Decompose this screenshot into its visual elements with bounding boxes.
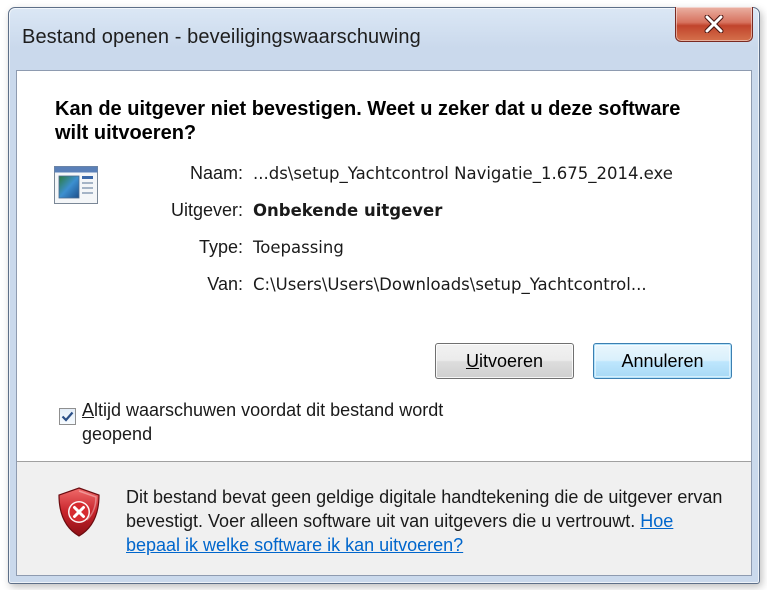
security-warning-dialog: Bestand openen - beveiligingswaarschuwin…: [8, 7, 760, 584]
always-warn-checkbox[interactable]: [59, 408, 76, 425]
warning-message-text: Dit bestand bevat geen geldige digitale …: [126, 487, 723, 531]
detail-row-publisher: Uitgever: Onbekende uitgever: [17, 200, 753, 226]
checkmark-icon: [61, 411, 74, 422]
run-button-accelerator: U: [465, 350, 479, 371]
detail-value: Onbekende uitgever: [253, 201, 443, 220]
detail-row-from: Van: C:\Users\Users\Downloads\setup_Yach…: [17, 274, 753, 300]
run-button-label: itvoeren: [478, 350, 544, 371]
close-x-icon: [704, 15, 724, 33]
run-button[interactable]: Uitvoeren: [435, 343, 574, 379]
warning-heading: Kan de uitgever niet bevestigen. Weet u …: [55, 98, 681, 144]
always-warn-accelerator: A: [82, 400, 95, 420]
detail-row-name: Naam: ...ds\setup_Yachtcontrol Navigatie…: [17, 163, 753, 189]
always-warn-option: Altijd waarschuwen voordat dit bestand w…: [57, 398, 487, 450]
detail-label: Uitgever:: [170, 200, 243, 220]
detail-value: Toepassing: [253, 238, 344, 257]
detail-label: Type:: [198, 237, 243, 257]
always-warn-text: ltijd waarschuwen voordat dit bestand wo…: [82, 400, 444, 444]
window-title: Bestand openen - beveiligingswaarschuwin…: [22, 26, 421, 48]
title-bar[interactable]: Bestand openen - beveiligingswaarschuwin…: [9, 7, 759, 70]
always-warn-label[interactable]: Altijd waarschuwen voordat dit bestand w…: [82, 398, 482, 446]
cancel-button-label: Annuleren: [621, 350, 704, 371]
security-shield-error-icon: [57, 487, 101, 542]
dialog-content: Kan de uitgever niet bevestigen. Weet u …: [16, 70, 752, 576]
detail-label: Van:: [207, 274, 243, 294]
close-button[interactable]: [675, 7, 753, 42]
detail-value: ...ds\setup_Yachtcontrol Navigatie_1.675…: [253, 164, 673, 183]
warning-footer: Dit bestand bevat geen geldige digitale …: [17, 462, 751, 575]
detail-row-type: Type: Toepassing: [17, 237, 753, 263]
detail-value: C:\Users\Users\Downloads\setup_Yachtcont…: [253, 275, 647, 294]
cancel-button[interactable]: Annuleren: [593, 343, 732, 379]
detail-label: Naam:: [189, 163, 243, 183]
warning-message: Dit bestand bevat geen geldige digitale …: [126, 485, 726, 557]
